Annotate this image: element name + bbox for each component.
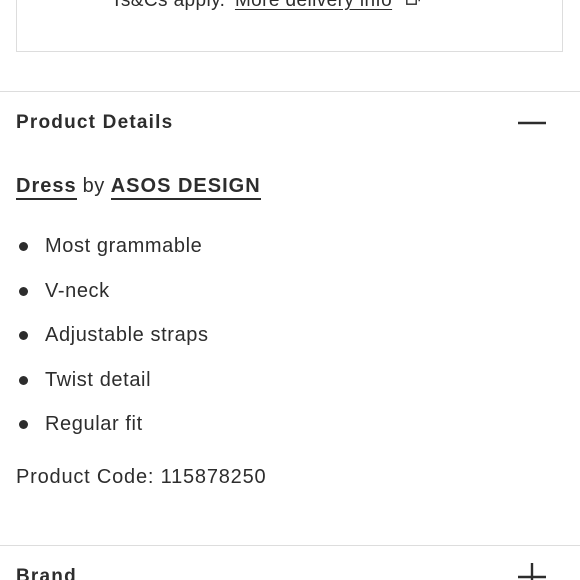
delivery-terms-text: Ts&Cs apply. More delivery info	[111, 0, 420, 12]
brand-title: Brand	[16, 566, 77, 580]
feature-text: V-neck	[45, 279, 110, 302]
delivery-terms-label: Ts&Cs apply.	[111, 0, 226, 11]
list-item: V-neck	[0, 271, 209, 316]
product-details-header[interactable]: Product Details	[0, 92, 580, 152]
bullet-icon	[19, 375, 28, 385]
more-delivery-info-link[interactable]: More delivery info	[235, 0, 392, 11]
product-code-value: 115878250	[160, 466, 267, 488]
list-item: Twist detail	[0, 360, 209, 405]
list-item: Adjustable straps	[0, 315, 209, 360]
feature-text: Twist detail	[45, 368, 152, 391]
feature-text: Most grammable	[45, 235, 203, 257]
bullet-icon	[19, 331, 28, 340]
feature-text: Regular fit	[45, 413, 143, 435]
brand-header[interactable]: Brand	[0, 546, 580, 580]
category-link[interactable]: Dress	[16, 175, 77, 200]
bullet-icon	[19, 286, 28, 296]
minus-icon[interactable]	[518, 109, 546, 137]
list-item: Regular fit	[0, 404, 209, 449]
bullet-icon	[19, 420, 28, 429]
external-link-icon[interactable]	[405, 0, 420, 5]
brand-link[interactable]: ASOS DESIGN	[110, 175, 261, 200]
plus-icon[interactable]	[518, 563, 546, 580]
by-text: by	[82, 175, 105, 197]
bullet-icon	[19, 242, 28, 251]
list-item: Most grammable	[0, 226, 209, 271]
feature-text: Adjustable straps	[45, 324, 209, 346]
product-details-title: Product Details	[16, 112, 174, 133]
product-features-list: Most grammable V-neck Adjustable straps …	[0, 226, 209, 449]
product-code-label: Product Code:	[16, 466, 155, 488]
product-code: Product Code: 115878250	[16, 466, 266, 489]
delivery-info-box: Ts&Cs apply. More delivery info	[16, 0, 563, 52]
product-byline: Dress by ASOS DESIGN	[16, 175, 261, 200]
product-info-panel: Ts&Cs apply. More delivery info Product …	[0, 0, 580, 580]
